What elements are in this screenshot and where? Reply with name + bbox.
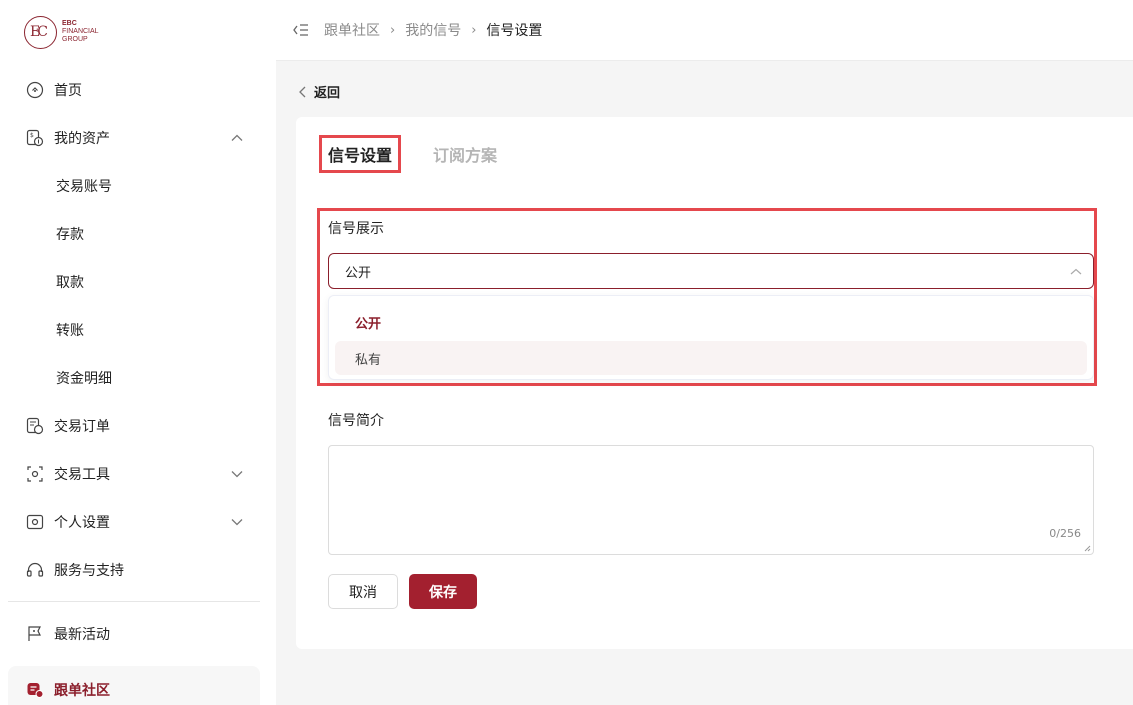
tab-signal-settings[interactable]: 信号设置 — [319, 135, 402, 173]
logo-line-3: GROUP — [62, 36, 88, 43]
save-button[interactable]: 保存 — [409, 574, 477, 609]
breadcrumb-separator-icon: › — [390, 22, 396, 38]
tab-subscription-plan[interactable]: 订阅方案 — [433, 142, 497, 166]
top-bar: 跟单社区 › 我的信号 › 信号设置 — [276, 0, 1133, 61]
sidebar-subitem-transfer[interactable]: 转账 — [8, 306, 260, 354]
sidebar-item-label: 交易工具 — [54, 467, 110, 483]
sidebar-item-label: 我的资产 — [54, 131, 110, 147]
wallet-icon: $ — [26, 129, 44, 147]
signal-intro-textarea[interactable]: 0/256 — [328, 445, 1094, 555]
logo-line-1: EBC — [62, 20, 77, 27]
select-value: 公开 — [345, 265, 372, 281]
ebc-logo-icon — [24, 15, 57, 49]
back-label: 返回 — [314, 86, 341, 101]
sidebar-item-label: 最新活动 — [54, 627, 110, 643]
signal-display-select[interactable]: 公开 — [328, 253, 1094, 289]
sidebar-item-label: 交易订单 — [54, 419, 110, 435]
resize-handle-icon[interactable] — [1083, 544, 1091, 552]
signal-intro-label: 信号简介 — [328, 413, 384, 429]
tools-icon — [26, 465, 44, 483]
signal-display-dropdown: 公开 私有 — [328, 295, 1094, 380]
orders-icon — [26, 417, 44, 435]
sidebar-item-events[interactable]: 最新活动 — [8, 610, 260, 658]
sidebar-item-support[interactable]: 服务与支持 — [8, 546, 260, 594]
sidebar-item-label: 跟单社区 — [54, 683, 110, 699]
sidebar-item-tools[interactable]: 交易工具 — [8, 450, 260, 498]
sidebar-item-label: 首页 — [54, 83, 82, 99]
collapse-sidebar-icon[interactable] — [292, 21, 310, 39]
chevron-down-icon — [231, 471, 243, 478]
breadcrumb-community[interactable]: 跟单社区 — [324, 20, 380, 40]
profile-settings-icon — [26, 513, 44, 531]
chevron-up-icon — [1070, 268, 1082, 275]
sidebar-subitem-trading-account[interactable]: 交易账号 — [8, 162, 260, 210]
sidebar-item-orders[interactable]: 交易订单 — [8, 402, 260, 450]
community-icon — [26, 681, 44, 699]
sidebar-item-home[interactable]: 首页 — [8, 66, 260, 114]
breadcrumb-my-signal[interactable]: 我的信号 — [405, 20, 461, 40]
sidebar-subitem-deposit[interactable]: 存款 — [8, 210, 260, 258]
home-icon — [26, 81, 44, 99]
sidebar-item-label: 服务与支持 — [54, 563, 124, 579]
logo-line-2: FINANCIAL — [62, 28, 99, 35]
chevron-up-icon — [231, 134, 243, 141]
signal-settings-panel: 信号设置 订阅方案 信号展示 公开 公开 私有 信号简介 0/256 取消 保存 — [296, 117, 1133, 649]
chevron-left-icon — [299, 86, 306, 97]
back-link[interactable]: 返回 — [298, 82, 340, 101]
sidebar-subitem-withdraw[interactable]: 取款 — [8, 258, 260, 306]
tab-bar: 信号设置 订阅方案 — [319, 135, 497, 173]
sidebar: EBC FINANCIAL GROUP 首页 $ 我的资产 交易账号 存款 取款… — [0, 0, 276, 705]
char-counter: 0/256 — [1049, 527, 1081, 540]
sidebar-subitem-fund-details[interactable]: 资金明细 — [8, 354, 260, 402]
breadcrumb-current: 信号设置 — [486, 23, 543, 39]
sidebar-item-label: 个人设置 — [54, 515, 110, 531]
svg-text:$: $ — [30, 132, 34, 139]
cancel-button[interactable]: 取消 — [328, 574, 398, 609]
sidebar-nav: 首页 $ 我的资产 交易账号 存款 取款 转账 资金明细 交易订单 交易工具 个… — [8, 66, 260, 705]
ebc-logo[interactable]: EBC FINANCIAL GROUP — [24, 14, 99, 50]
chevron-down-icon — [231, 519, 243, 526]
headset-icon — [26, 561, 44, 579]
flag-icon — [26, 625, 44, 643]
sidebar-item-assets[interactable]: $ 我的资产 — [8, 114, 260, 162]
option-public[interactable]: 公开 — [335, 305, 1087, 339]
signal-display-label: 信号展示 — [328, 221, 384, 237]
breadcrumb-separator-icon: › — [471, 22, 477, 38]
sidebar-item-settings[interactable]: 个人设置 — [8, 498, 260, 546]
option-private[interactable]: 私有 — [335, 341, 1087, 375]
sidebar-divider — [8, 601, 260, 602]
sidebar-item-community[interactable]: 跟单社区 — [8, 666, 260, 705]
